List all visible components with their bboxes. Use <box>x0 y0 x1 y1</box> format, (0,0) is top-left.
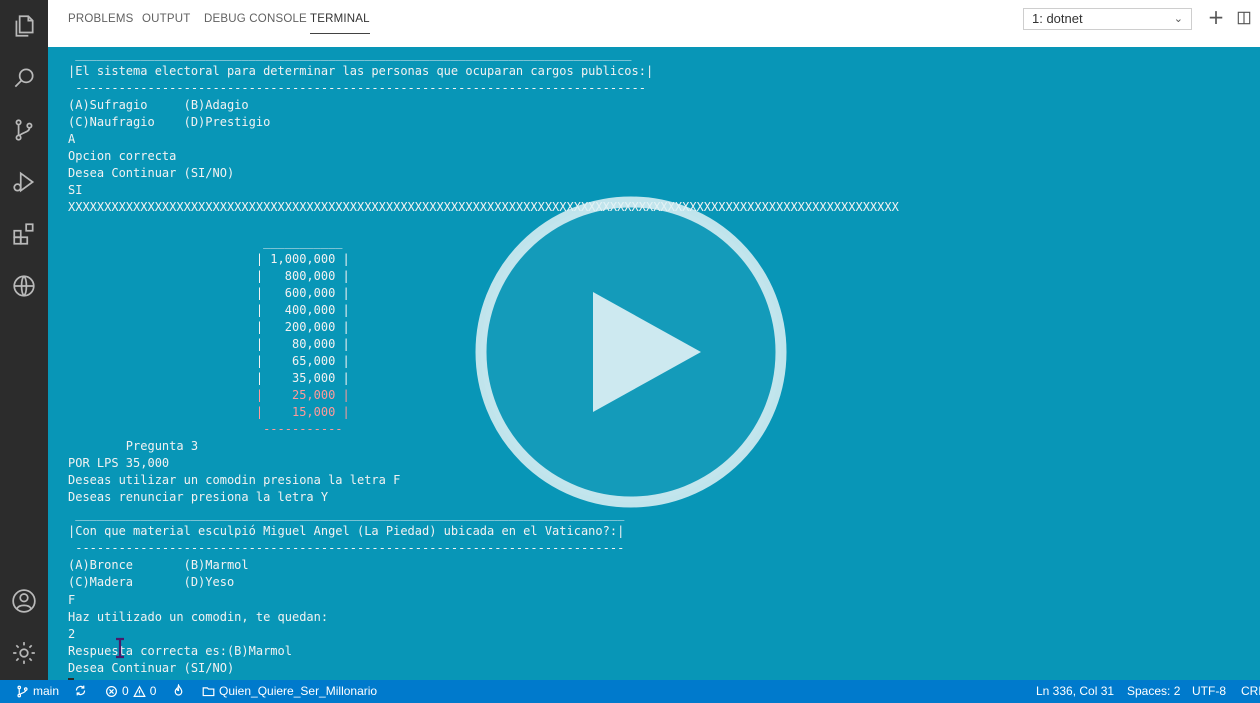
terminal-line: Opcion correcta <box>68 149 177 164</box>
terminal-line: Desea Continuar (SI/NO) <box>68 660 235 675</box>
terminal-line: ________________________________________… <box>68 47 632 61</box>
run-debug-icon[interactable] <box>8 166 40 198</box>
terminal-line: Desea Continuar (SI/NO) <box>68 166 235 181</box>
new-terminal-icon[interactable]: + <box>1206 7 1226 28</box>
terminal-line: ----------------------------------------… <box>68 81 646 96</box>
terminal-line: (C)Madera (D)Yeso <box>68 575 235 590</box>
account-icon[interactable] <box>8 585 40 617</box>
terminal-line: |El sistema electoral para determinar la… <box>68 64 654 79</box>
flame-icon[interactable] <box>172 684 185 697</box>
folder-indicator[interactable]: Quien_Quiere_Ser_Millonario <box>202 684 377 698</box>
terminal-line: (A)Bronce (B)Marmol <box>68 558 249 573</box>
play-button-icon[interactable] <box>473 194 789 510</box>
terminal-select[interactable]: 1: dotnet ⌄ <box>1023 8 1192 30</box>
terminal-line: Respuesta correcta es:(B)Marmol <box>68 643 292 658</box>
terminal-line: F <box>68 592 76 607</box>
remote-explorer-icon[interactable] <box>8 270 40 302</box>
terminal-line: |Con que material esculpió Miguel Angel … <box>68 524 625 539</box>
folder-icon <box>202 686 215 696</box>
branch-indicator[interactable]: main <box>16 684 59 698</box>
error-count: 0 <box>122 684 129 698</box>
search-icon[interactable] <box>8 62 40 94</box>
terminal-line: 2 <box>68 626 76 641</box>
tab-problems[interactable]: PROBLEMS <box>68 13 134 25</box>
extensions-icon[interactable] <box>8 218 40 250</box>
terminal-line: Haz utilizado un comodin, te quedan: <box>68 609 329 624</box>
cursor-position[interactable]: Ln 336, Col 31 <box>1036 684 1114 698</box>
line-ending[interactable]: CRL <box>1241 684 1260 698</box>
tab-terminal[interactable]: TERMINAL <box>310 13 370 34</box>
source-control-icon[interactable] <box>8 114 40 146</box>
terminal-area[interactable]: ________________________________________… <box>48 47 1260 680</box>
status-bar: main 0 0 Quien_Quiere_Ser_Millonario Ln … <box>0 680 1260 703</box>
split-terminal-icon[interactable] <box>1234 8 1254 28</box>
git-branch-icon <box>17 685 28 697</box>
branch-name: main <box>33 684 60 698</box>
terminal-select-value: 1: dotnet <box>1032 11 1083 26</box>
terminal-line: (A)Sufragio (B)Adagio <box>68 98 249 113</box>
panel-header: PROBLEMS OUTPUT DEBUG CONSOLE TERMINAL 1… <box>48 0 1260 47</box>
indentation[interactable]: Spaces: 2 <box>1127 684 1180 698</box>
terminal-line: A <box>68 132 76 147</box>
activity-bar <box>0 0 48 680</box>
settings-gear-icon[interactable] <box>8 637 40 669</box>
error-icon <box>106 685 117 697</box>
problems-indicator[interactable]: 0 0 <box>105 684 156 698</box>
mouse-ibeam-icon <box>116 637 124 659</box>
warning-count: 0 <box>149 684 157 698</box>
terminal-line: (C)Naufragio (D)Prestigio <box>68 115 271 130</box>
folder-name: Quien_Quiere_Ser_Millonario <box>219 684 378 698</box>
sync-icon[interactable] <box>74 684 87 697</box>
tab-debug-console[interactable]: DEBUG CONSOLE <box>204 13 307 25</box>
chevron-down-icon: ⌄ <box>1173 13 1183 25</box>
tab-output[interactable]: OUTPUT <box>142 13 190 25</box>
warning-icon <box>132 684 146 697</box>
terminal-line: ----------------------------------------… <box>68 541 625 556</box>
explorer-icon[interactable] <box>8 10 40 42</box>
encoding[interactable]: UTF-8 <box>1192 684 1226 698</box>
